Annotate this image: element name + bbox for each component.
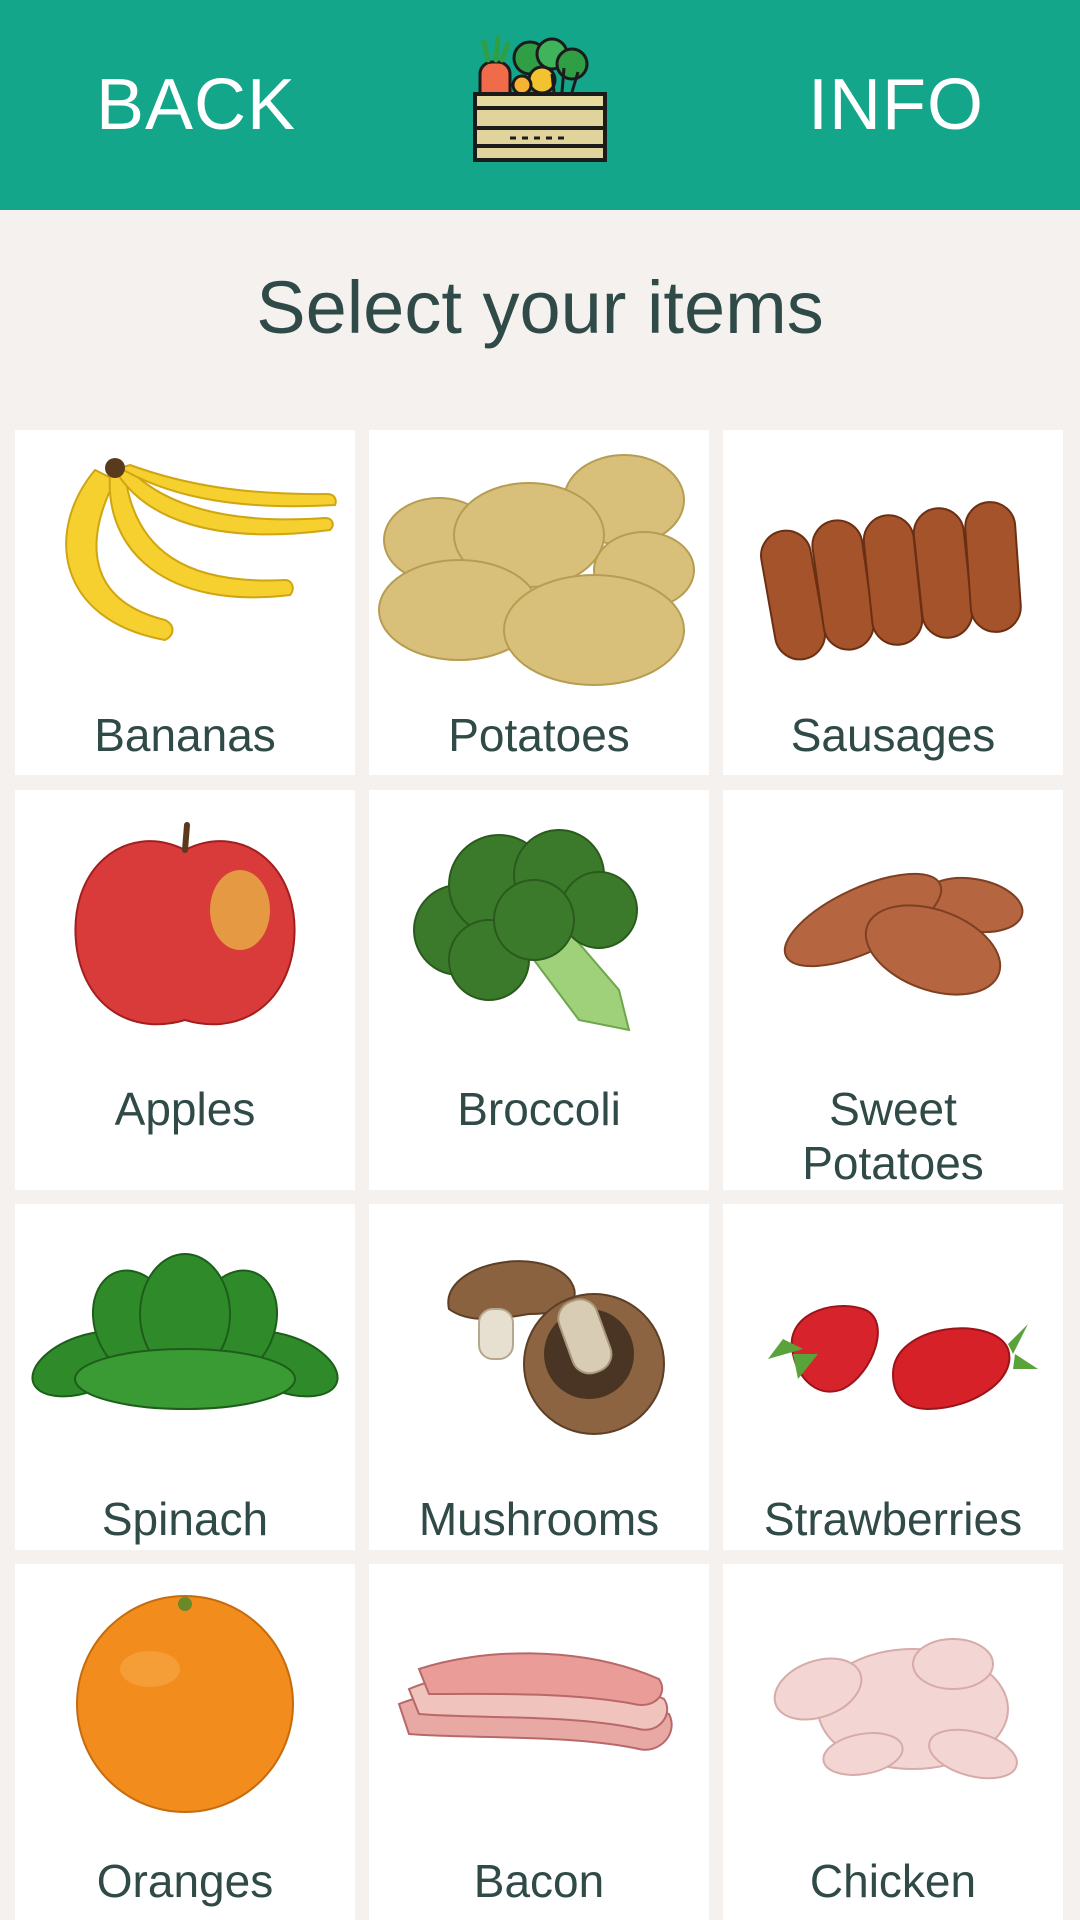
sweet-potato-icon — [783, 872, 1024, 996]
bacon-icon — [397, 1652, 673, 1751]
item-label: Sausages — [790, 709, 996, 761]
item-label: Apples — [114, 1083, 256, 1135]
item-card-potatoes[interactable]: Potatoes — [369, 430, 709, 775]
item-card-oranges[interactable]: Oranges — [15, 1564, 355, 1920]
item-label: Chicken — [809, 1855, 977, 1907]
potato-icon — [378, 454, 695, 686]
strawberry-icon — [768, 1305, 1038, 1411]
item-card-sausages[interactable]: Sausages — [723, 430, 1063, 775]
item-card-mushrooms[interactable]: Mushrooms — [369, 1204, 709, 1550]
item-card-broccoli[interactable]: Broccoli — [369, 790, 709, 1190]
apple-icon — [74, 822, 296, 1026]
item-card-chicken[interactable]: Chicken — [723, 1564, 1063, 1920]
item-label: Bacon — [473, 1855, 605, 1907]
orange-icon — [76, 1595, 294, 1813]
banana-icon — [65, 458, 337, 642]
item-label: Mushrooms — [418, 1493, 660, 1545]
sausage-icon — [760, 501, 1022, 661]
item-label: Broccoli — [457, 1083, 621, 1135]
item-card-spinach[interactable]: Spinach — [15, 1204, 355, 1550]
back-button[interactable]: BACK — [96, 0, 296, 210]
vegetable-crate-icon — [473, 35, 607, 162]
app-header: BACK INFO — [0, 0, 1080, 210]
item-label: Spinach — [101, 1493, 269, 1545]
spinach-icon — [31, 1253, 339, 1410]
broccoli-icon — [413, 829, 638, 1032]
item-label: Sweet Potatoes — [802, 1083, 984, 1189]
page-title: Select your items — [256, 266, 824, 349]
info-button[interactable]: INFO — [808, 0, 984, 210]
item-label: Strawberries — [763, 1493, 1023, 1545]
item-card-strawberries[interactable]: Strawberries — [723, 1204, 1063, 1550]
item-card-bacon[interactable]: Bacon — [369, 1564, 709, 1920]
item-label: Potatoes — [448, 709, 630, 761]
item-card-bananas[interactable]: Bananas — [15, 430, 355, 775]
item-card-apples[interactable]: Apples — [15, 790, 355, 1190]
item-label: Oranges — [96, 1855, 274, 1907]
chicken-icon — [773, 1638, 1018, 1780]
mushroom-icon — [447, 1260, 665, 1435]
item-card-sweet-potatoes[interactable]: Sweet Potatoes — [723, 790, 1063, 1190]
item-label: Bananas — [94, 709, 276, 761]
